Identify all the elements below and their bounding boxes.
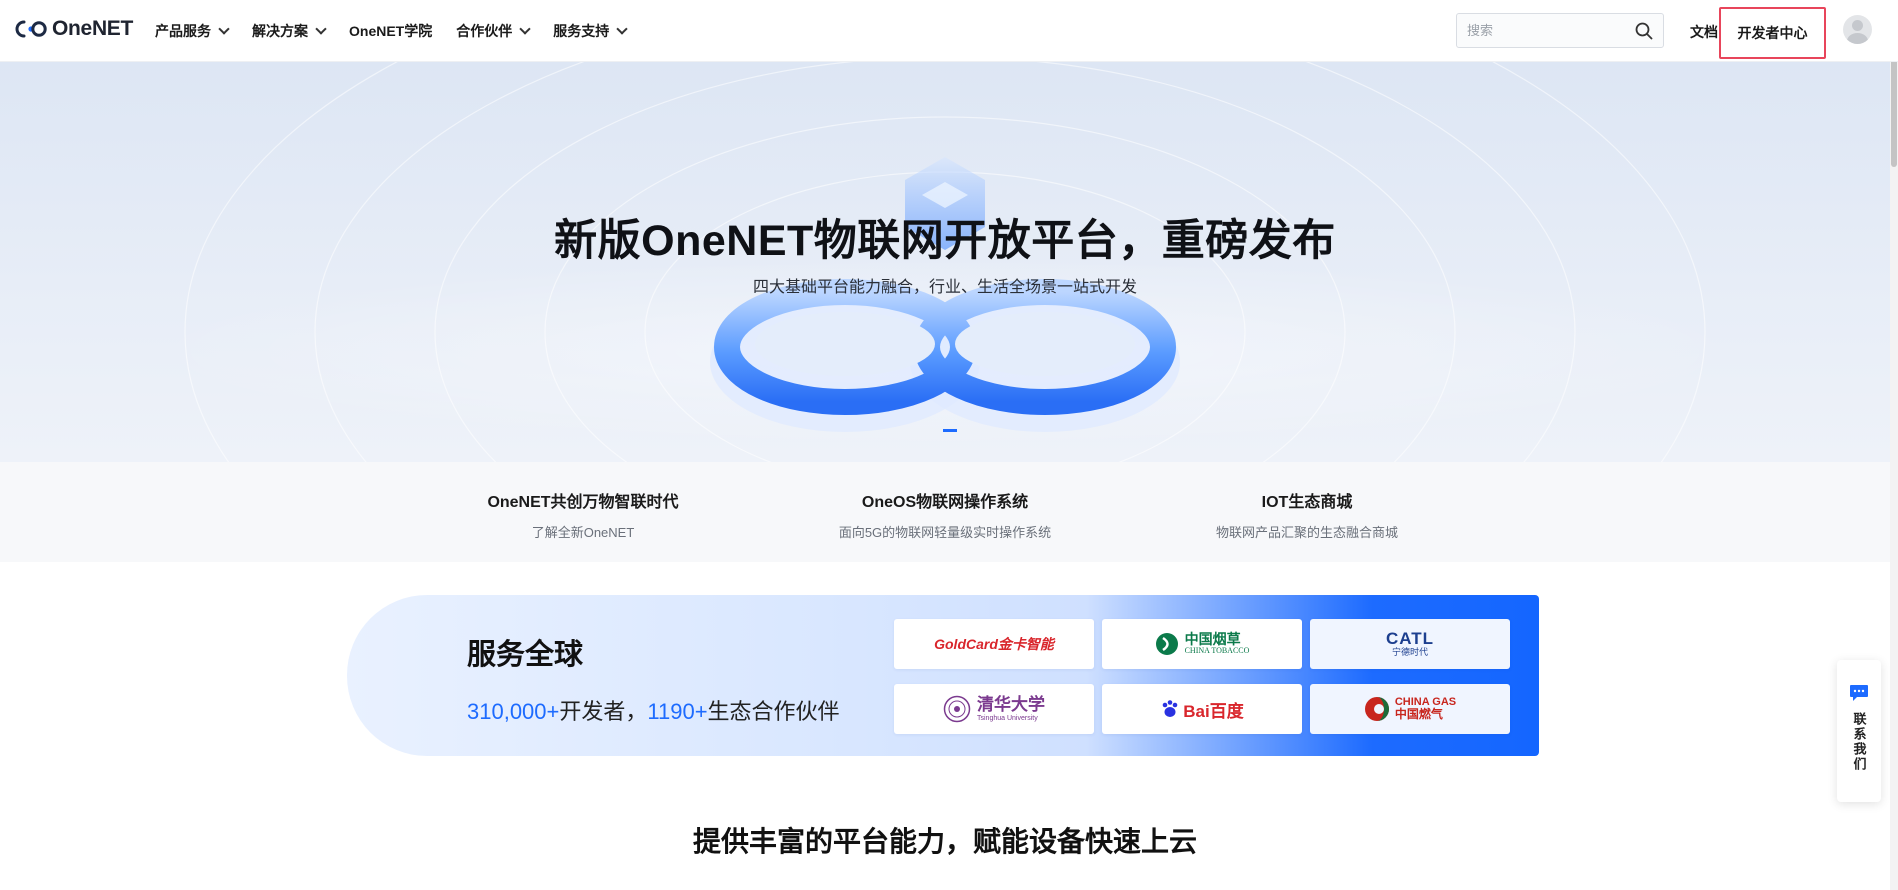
chevron-down-icon	[519, 23, 531, 35]
developer-label: 开发者，	[559, 699, 648, 724]
nav-support[interactable]: 服务支持	[553, 21, 628, 41]
hero-banner[interactable]: 新版OneNET物联网开放平台，重磅发布 四大基础平台能力融合，行业、生活全场景…	[0, 62, 1890, 462]
nav-solutions[interactable]: 解决方案	[252, 21, 327, 41]
nav-label: 产品服务	[155, 23, 211, 39]
nav-label: 合作伙伴	[456, 23, 513, 39]
partner-subname: Tsinghua University	[977, 714, 1038, 722]
feature-title: IOT生态商城	[1261, 494, 1353, 511]
feature-oneos[interactable]: OneOS物联网操作系统 面向5G的物联网轻量级实时操作系统	[764, 462, 1126, 562]
search-input[interactable]	[1457, 23, 1627, 38]
partner-logo-catl: CATL 宁德时代	[1310, 619, 1510, 669]
baidu-paw-icon	[1162, 700, 1178, 717]
nav-academy[interactable]: OneNET学院	[349, 21, 432, 41]
chat-bubble-icon	[1850, 685, 1868, 701]
developer-count: 310,000+	[467, 699, 560, 724]
partner-label: 生态合作伙伴	[707, 699, 840, 724]
search-icon[interactable]	[1635, 22, 1653, 40]
developer-center-button[interactable]: 开发者中心	[1719, 7, 1826, 59]
nav-label: 服务支持	[553, 23, 610, 39]
partner-logo-china-gas: CHINA GAS 中国燃气	[1310, 684, 1510, 734]
feature-desc: 物联网产品汇聚的生态融合商城	[1215, 525, 1398, 540]
china-gas-emblem	[1364, 697, 1389, 721]
capabilities-heading: 提供丰富的平台能力，赋能设备快速上云	[692, 826, 1197, 857]
tsinghua-seal	[943, 695, 971, 723]
page-scrollbar[interactable]	[1890, 0, 1898, 890]
service-global-band: 服务全球 310,000+开发者，1190+生态合作伙伴 GoldCard金卡智…	[347, 595, 1539, 756]
feature-strip: OneNET共创万物智联时代 了解全新OneNET OneOS物联网操作系统 面…	[0, 462, 1890, 562]
onenet-logo[interactable]: OneNET	[14, 17, 133, 41]
nav-label: OneNET学院	[349, 23, 433, 39]
nav-label: 解决方案	[252, 23, 308, 39]
partner-subname: CHINA TOBACCO	[1184, 646, 1250, 656]
nav-partners[interactable]: 合作伙伴	[456, 21, 531, 41]
avatar-body	[1847, 33, 1868, 44]
hero-title: 新版OneNET物联网开放平台，重磅发布	[554, 217, 1336, 265]
feature-title: OneNET共创万物智联时代	[487, 494, 679, 511]
partner-name: CATL	[1385, 629, 1435, 649]
nav-products[interactable]: 产品服务	[155, 21, 230, 41]
main-nav: 产品服务 解决方案 OneNET学院 合作伙伴 服务支持	[155, 0, 650, 62]
partner-subname: 中国燃气	[1394, 707, 1443, 722]
china-tobacco-emblem	[1155, 633, 1178, 655]
feature-iot-mall[interactable]: IOT生态商城 物联网产品汇聚的生态融合商城	[1126, 462, 1488, 562]
feature-desc: 了解全新OneNET	[531, 525, 635, 540]
partner-count: 1190+	[647, 699, 708, 724]
global-stats: 310,000+开发者，1190+生态合作伙伴	[467, 694, 840, 726]
logo-text: OneNET	[52, 17, 134, 40]
feature-title: OneOS物联网操作系统	[861, 494, 1029, 511]
partner-logo-tsinghua: 清华大学 Tsinghua University	[894, 684, 1094, 734]
chevron-down-icon	[218, 23, 230, 35]
partner-name: GoldCard金卡智能	[934, 636, 1054, 652]
hero-subtitle: 四大基础平台能力融合，行业、生活全场景一站式开发	[752, 279, 1137, 296]
partner-logo-grid: GoldCard金卡智能 中国烟草 CHINA TOBACCO CATL 宁德时…	[894, 619, 1510, 734]
partner-name: 中国烟草	[1184, 630, 1241, 647]
partner-name: 清华大学	[977, 694, 1045, 714]
partner-subname: 宁德时代	[1391, 647, 1428, 658]
top-header: OneNET 产品服务 解决方案 OneNET学院 合作伙伴 服务支持 文档 开…	[0, 0, 1898, 62]
user-avatar[interactable]	[1843, 15, 1872, 44]
feature-desc: 面向5G的物联网轻量级实时操作系统	[838, 525, 1052, 540]
onenet-logo-icon	[15, 20, 47, 38]
avatar-head	[1852, 20, 1863, 31]
contact-label: 联系我们	[1851, 712, 1867, 772]
chevron-down-icon	[315, 23, 327, 35]
feature-onenet[interactable]: OneNET共创万物智联时代 了解全新OneNET	[402, 462, 764, 562]
partner-logo-china-tobacco: 中国烟草 CHINA TOBACCO	[1102, 619, 1302, 669]
global-title: 服务全球	[467, 639, 584, 671]
chevron-down-icon	[616, 23, 628, 35]
search-box	[1456, 13, 1664, 48]
carousel-indicator[interactable]	[943, 429, 957, 432]
partner-name: Bai百度	[1183, 701, 1244, 721]
partner-logo-goldcard: GoldCard金卡智能	[894, 619, 1094, 669]
partner-logo-baidu: Bai百度	[1102, 684, 1302, 734]
docs-link[interactable]: 文档	[1690, 22, 1718, 42]
contact-us-widget[interactable]: 联系我们	[1837, 660, 1881, 802]
